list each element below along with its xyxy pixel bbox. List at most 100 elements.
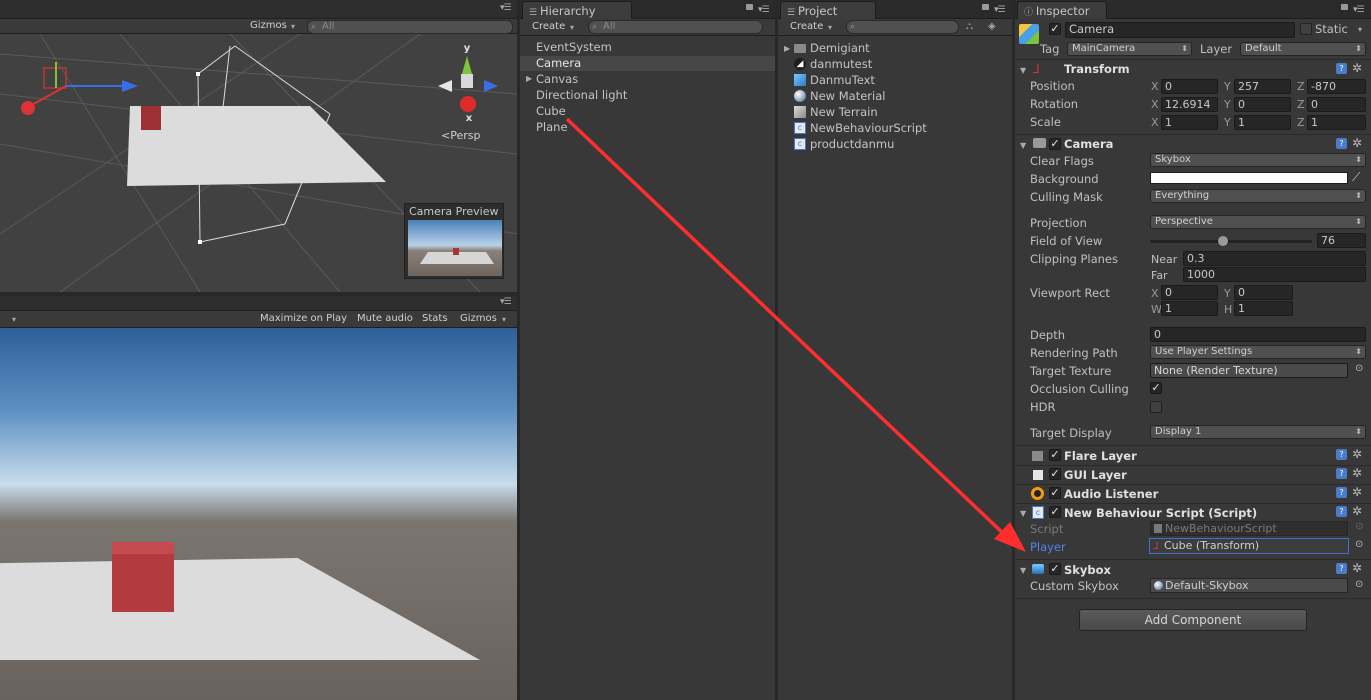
game-gizmos-button[interactable]: Gizmos <box>456 312 501 327</box>
static-checkbox[interactable] <box>1300 23 1312 35</box>
background-color-swatch[interactable] <box>1150 172 1348 184</box>
rotation-x-field[interactable]: 12.6914 <box>1161 97 1218 112</box>
help-icon[interactable]: ? <box>1336 563 1347 574</box>
collapse-arrow-icon[interactable]: ▼ <box>1020 566 1026 575</box>
near-field[interactable]: 0.3 <box>1183 251 1366 266</box>
project-item-new-material[interactable]: New Material <box>794 89 885 105</box>
tab-hierarchy[interactable]: ☰ Hierarchy <box>522 1 632 19</box>
project-item-new-terrain[interactable]: New Terrain <box>794 105 878 121</box>
script-enabled-checkbox[interactable]: ✓ <box>1049 506 1061 518</box>
expand-arrow-icon[interactable]: ▶ <box>526 74 532 83</box>
scene-gizmos-button[interactable]: Gizmos <box>246 19 291 34</box>
game-view[interactable]: ▾☰ ▾ Maximize on Play Mute audio Stats G… <box>0 296 517 700</box>
viewport-x-field[interactable]: 0 <box>1161 285 1218 300</box>
rendering-path-dropdown[interactable]: Use Player Settings <box>1150 345 1366 359</box>
collapse-arrow-icon[interactable]: ▼ <box>1020 509 1026 518</box>
scale-x-field[interactable]: 1 <box>1161 115 1218 130</box>
scale-y-field[interactable]: 1 <box>1234 115 1291 130</box>
skybox-enabled-checkbox[interactable]: ✓ <box>1049 563 1061 575</box>
position-x-field[interactable]: 0 <box>1161 79 1218 94</box>
gear-icon[interactable]: ✲ <box>1352 448 1362 460</box>
gear-icon[interactable]: ✲ <box>1352 137 1362 149</box>
scene-view[interactable]: ▾☰ Gizmos ▾ ⌕ All y x <Persp Camera Prev… <box>0 0 517 292</box>
culling-mask-dropdown[interactable]: Everything <box>1150 189 1366 203</box>
inspector-menu-icon[interactable]: ▾☰ <box>1353 5 1365 15</box>
position-z-field[interactable]: -870 <box>1307 79 1366 94</box>
object-picker-icon[interactable]: ⊙ <box>1355 539 1363 550</box>
game-menu-icon[interactable]: ▾☰ <box>500 297 512 307</box>
hierarchy-item-directional-light[interactable]: Directional light <box>536 88 627 104</box>
clear-flags-dropdown[interactable]: Skybox <box>1150 153 1366 167</box>
project-create-button[interactable]: Create <box>786 20 827 35</box>
flare-layer-checkbox[interactable]: ✓ <box>1049 449 1061 461</box>
eyedropper-icon[interactable]: ⟋ <box>1352 170 1360 185</box>
chevron-down-icon[interactable]: ▾ <box>1358 25 1362 34</box>
help-icon[interactable]: ? <box>1336 138 1347 149</box>
project-item-newbehaviourscript[interactable]: c NewBehaviourScript <box>794 121 927 137</box>
object-picker-icon[interactable]: ⊙ <box>1355 579 1363 590</box>
gear-icon[interactable]: ✲ <box>1352 486 1362 498</box>
rotation-z-field[interactable]: 0 <box>1307 97 1366 112</box>
fov-field[interactable]: 76 <box>1317 233 1366 248</box>
mute-audio-toggle[interactable]: Mute audio <box>353 312 417 327</box>
tab-project[interactable]: ☰ Project <box>780 1 876 19</box>
gear-icon[interactable]: ✲ <box>1352 562 1362 574</box>
filter-label-icon[interactable]: ◈ <box>988 21 996 32</box>
gear-icon[interactable]: ✲ <box>1352 62 1362 74</box>
target-display-dropdown[interactable]: Display 1 <box>1150 425 1366 439</box>
player-field[interactable]: ⅃ Cube (Transform) <box>1149 538 1349 554</box>
layer-dropdown[interactable]: Default <box>1240 42 1366 56</box>
maximize-on-play-toggle[interactable]: Maximize on Play <box>256 312 351 327</box>
help-icon[interactable]: ? <box>1336 468 1347 479</box>
hierarchy-item-canvas[interactable]: Canvas <box>536 72 578 88</box>
lock-icon[interactable] <box>1341 4 1348 10</box>
active-checkbox[interactable]: ✓ <box>1049 23 1061 35</box>
stats-toggle[interactable]: Stats <box>418 312 452 327</box>
hierarchy-item-eventsystem[interactable]: EventSystem <box>536 40 612 56</box>
position-y-field[interactable]: 257 <box>1234 79 1291 94</box>
viewport-h-field[interactable]: 1 <box>1234 301 1293 316</box>
help-icon[interactable]: ? <box>1336 63 1347 74</box>
hierarchy-item-cube[interactable]: Cube <box>536 104 566 120</box>
viewport-w-field[interactable]: 1 <box>1161 301 1218 316</box>
far-field[interactable]: 1000 <box>1183 267 1366 282</box>
project-item-danmutest[interactable]: ◢ danmutest <box>794 57 872 73</box>
camera-enabled-checkbox[interactable]: ✓ <box>1049 138 1061 150</box>
custom-skybox-field[interactable]: Default-Skybox <box>1150 578 1348 593</box>
add-component-button[interactable]: Add Component <box>1079 609 1307 631</box>
audio-listener-checkbox[interactable]: ✓ <box>1049 487 1061 499</box>
target-texture-field[interactable]: None (Render Texture) <box>1150 363 1348 378</box>
hierarchy-menu-icon[interactable]: ▾☰ <box>758 5 770 15</box>
depth-field[interactable]: 0 <box>1150 327 1366 342</box>
expand-arrow-icon[interactable]: ▶ <box>784 44 790 53</box>
scene-menu-icon[interactable]: ▾☰ <box>500 3 512 13</box>
fov-slider-track[interactable] <box>1150 240 1312 243</box>
help-icon[interactable]: ? <box>1336 449 1347 460</box>
gui-layer-checkbox[interactable]: ✓ <box>1049 468 1061 480</box>
gear-icon[interactable]: ✲ <box>1352 505 1362 517</box>
hierarchy-search-input[interactable]: ⌕ All <box>588 20 763 34</box>
lock-icon[interactable] <box>982 4 989 10</box>
filter-type-icon[interactable]: ⛬ <box>966 21 973 32</box>
help-icon[interactable]: ? <box>1336 487 1347 498</box>
project-item-danmutext[interactable]: DanmuText <box>794 73 875 89</box>
tag-dropdown[interactable]: MainCamera <box>1067 42 1192 56</box>
project-menu-icon[interactable]: ▾☰ <box>994 5 1006 15</box>
projection-dropdown[interactable]: Perspective <box>1150 215 1366 229</box>
object-name-field[interactable]: Camera <box>1065 22 1295 38</box>
fov-slider-thumb[interactable] <box>1217 236 1228 246</box>
hierarchy-item-plane[interactable]: Plane <box>536 120 568 136</box>
tab-inspector[interactable]: ⓘ Inspector <box>1017 1 1107 19</box>
gear-icon[interactable]: ✲ <box>1352 467 1362 479</box>
scale-z-field[interactable]: 1 <box>1307 115 1366 130</box>
collapse-arrow-icon[interactable]: ▼ <box>1020 66 1026 75</box>
lock-icon[interactable] <box>746 4 753 10</box>
hierarchy-item-camera[interactable]: Camera <box>536 56 581 72</box>
rotation-y-field[interactable]: 0 <box>1234 97 1291 112</box>
project-item-productdanmu[interactable]: c productdanmu <box>794 137 894 153</box>
object-picker-icon[interactable]: ⊙ <box>1355 363 1363 374</box>
help-icon[interactable]: ? <box>1336 506 1347 517</box>
viewport-y-field[interactable]: 0 <box>1234 285 1293 300</box>
project-search-input[interactable]: ⌕ <box>846 20 959 34</box>
hdr-checkbox[interactable] <box>1150 401 1162 413</box>
